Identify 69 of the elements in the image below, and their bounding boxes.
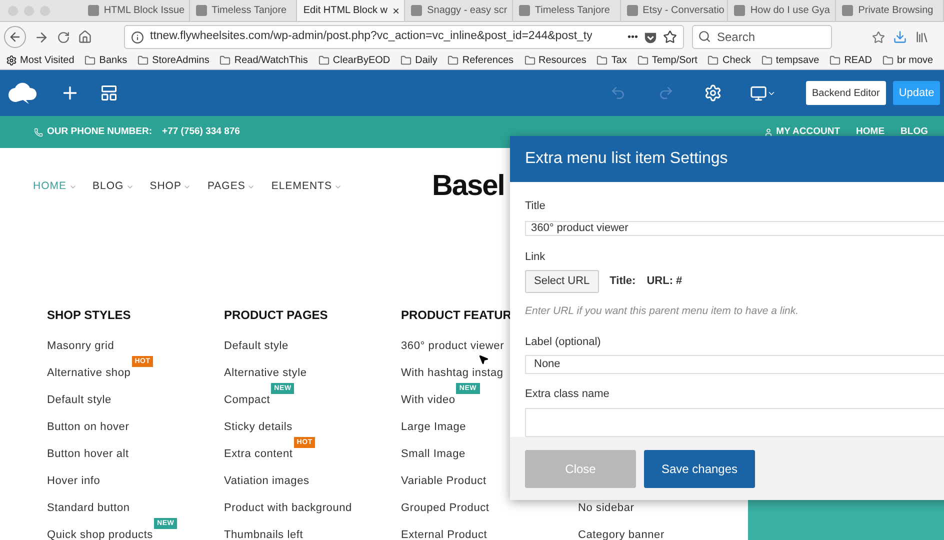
select-url-button[interactable]: Select URL	[525, 270, 599, 293]
bookmark-item[interactable]: Resources	[524, 53, 586, 68]
label-select[interactable]: None	[525, 355, 944, 374]
close-icon[interactable]: ×	[392, 2, 400, 20]
backend-editor-button[interactable]: Backend Editor	[806, 81, 886, 105]
browser-tab[interactable]: Snaggy - easy scr	[405, 0, 513, 21]
nav-link[interactable]: SHOP	[150, 179, 192, 195]
menu-heading: PRODUCT PAGES	[224, 307, 328, 324]
bookmark-item[interactable]: br move	[882, 53, 934, 68]
menu-link[interactable]: Button on hover	[47, 419, 130, 436]
field-label: Title	[525, 199, 546, 214]
search-field[interactable]: Search	[692, 25, 832, 49]
bookmark-item[interactable]: tempsave	[760, 53, 820, 68]
menu-link[interactable]: Product with background	[224, 500, 352, 517]
bookmark-item[interactable]: Tax	[596, 53, 627, 68]
menu-link[interactable]: Large Image	[401, 419, 466, 436]
bookmark-item[interactable]: ClearByEOD	[318, 53, 390, 68]
bookmark-item[interactable]: Most Visited	[6, 53, 74, 68]
bookmark-item[interactable]: Temp/Sort	[636, 53, 698, 68]
menu-link[interactable]: Standard button	[47, 500, 130, 517]
menu-link[interactable]: Default style	[47, 392, 112, 409]
browser-tab[interactable]: Edit HTML Block w ×	[297, 0, 406, 21]
menu-link[interactable]: Variable Product	[401, 473, 486, 490]
bookmark-item[interactable]: Banks	[84, 53, 128, 68]
menu-link[interactable]: Alternative style	[224, 365, 307, 382]
dialog-title: Extra menu list item Settings	[525, 149, 728, 169]
bookmark-item[interactable]: Daily	[400, 53, 438, 68]
menu-link[interactable]: Vatiation images	[224, 473, 310, 490]
browser-tab[interactable]: Timeless Tanjore	[512, 0, 621, 21]
more-icon[interactable]: •••	[627, 30, 638, 44]
link-title-text: Title:	[610, 274, 636, 289]
menu-link[interactable]: With hashtag instag	[401, 365, 504, 382]
menu-link[interactable]: No sidebar	[578, 500, 634, 517]
menu-link[interactable]: Grouped Product	[401, 500, 490, 517]
bookmark-item[interactable]: Check	[707, 53, 751, 68]
menu-link[interactable]: External Product	[401, 527, 488, 540]
bookmark-item[interactable]: StoreAdmins	[137, 53, 210, 68]
bookmark-item[interactable]: Read/WatchThis	[219, 53, 308, 68]
nav-link[interactable]: PAGES	[207, 179, 256, 195]
save-changes-button[interactable]: Save changes	[644, 450, 755, 488]
menu-link[interactable]: Sticky details	[224, 419, 292, 436]
menu-link[interactable]: Masonry grid	[47, 338, 114, 355]
nav-link[interactable]: BLOG	[92, 179, 134, 195]
field-label: Extra class name	[525, 386, 610, 402]
menu-link[interactable]: Default style	[224, 338, 288, 355]
link-hint: Enter URL if you want this parent menu item to have a link.	[525, 304, 800, 319]
title-input[interactable]: 360° product viewer	[525, 220, 944, 236]
phone-number: +77 (756) 334 876	[162, 124, 240, 139]
bookmark-item[interactable]: READ	[829, 53, 872, 68]
menu-heading: SHOP STYLES	[47, 307, 131, 324]
nav-link[interactable]: ELEMENTS	[271, 179, 342, 195]
address-bar[interactable]: ttnew.flywheelsites.com/wp-admin/post.php?vc_action=vc_inline&post_id=244&post_ty •••	[124, 25, 684, 49]
phone-label: OUR PHONE NUMBER:	[47, 124, 152, 139]
menu-heading: PRODUCT FEATUR	[401, 307, 512, 324]
menu-link[interactable]: Hover info	[47, 473, 100, 490]
bookmark-item[interactable]: References	[447, 53, 514, 68]
browser-tab[interactable]: Private Browsing	[836, 0, 944, 21]
browser-tab[interactable]: HTML Block Issue	[82, 0, 190, 21]
site-logo[interactable]: Basel	[432, 165, 504, 209]
menu-link[interactable]: Thumbnails left	[224, 527, 304, 540]
browser-tab[interactable]: Etsy - Conversatio	[620, 0, 728, 21]
url-text: ttnew.flywheelsites.com/wp-admin/post.php?vc_action=vc_inline&post_id=244&post_ty	[150, 29, 592, 44]
browser-tab[interactable]: How do I use Gya	[728, 0, 836, 21]
menu-link[interactable]: 360° product viewer	[401, 338, 504, 355]
link-url-text: URL: #	[646, 274, 682, 289]
field-label: Label (optional)	[525, 334, 602, 350]
field-label: Link	[525, 250, 546, 266]
menu-link[interactable]: Button hover alt	[47, 446, 129, 463]
menu-link[interactable]: Small Image	[401, 446, 466, 463]
